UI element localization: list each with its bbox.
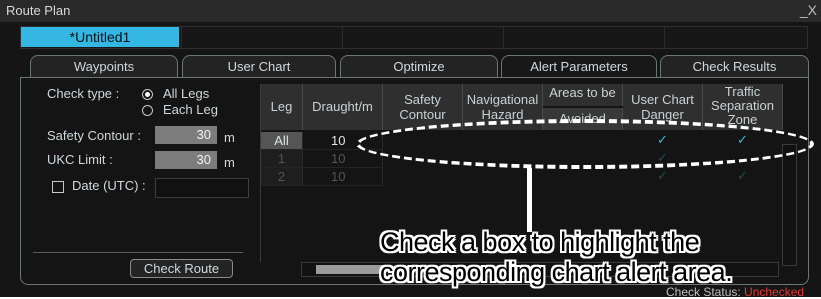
form-divider	[33, 252, 243, 253]
ukc-limit-unit: m	[224, 155, 235, 170]
row-leg-all[interactable]: All	[261, 132, 303, 150]
table-vertical-scrollbar[interactable]	[782, 144, 797, 266]
date-utc-input[interactable]	[155, 178, 249, 198]
radio-all-legs[interactable]	[142, 89, 153, 100]
ukc-limit-input[interactable]: 30	[155, 151, 217, 169]
annotation-line-2: corresponding chart alert area.	[380, 257, 733, 287]
radio-each-leg[interactable]	[142, 105, 153, 116]
ukc-limit-label: UKC Limit :	[47, 152, 113, 167]
callout-pointer	[527, 168, 532, 232]
safety-contour-label: Safety Contour :	[47, 128, 141, 143]
check-route-button[interactable]: Check Route	[130, 259, 233, 278]
safety-contour-input[interactable]: 30	[155, 126, 217, 144]
tab-user-chart[interactable]: User Chart	[182, 55, 336, 78]
title-bar: Route Plan _X	[0, 0, 821, 22]
tab-check-results[interactable]: Check Results	[660, 55, 809, 78]
header-areas-to-be: Areas to be	[543, 84, 623, 106]
annotation-callout: Check a box to highlight the correspondi…	[380, 227, 733, 287]
document-tab-untitled1[interactable]: *Untitled1	[21, 27, 179, 47]
annotation-line-1: Check a box to highlight the	[380, 227, 700, 257]
row-leg-1[interactable]: 1	[261, 150, 303, 168]
date-utc-checkbox[interactable]	[52, 181, 64, 193]
window-title: Route Plan	[6, 3, 71, 18]
user-chart-danger-check-2[interactable]: ✓	[657, 168, 668, 184]
traffic-separation-check-2[interactable]: ✓	[737, 168, 748, 184]
header-leg: Leg	[261, 84, 303, 130]
check-type-label: Check type :	[47, 86, 120, 101]
date-utc-label: Date (UTC) :	[72, 178, 146, 193]
header-draught: Draught/m	[303, 84, 383, 130]
radio-each-leg-label: Each Leg	[163, 102, 218, 117]
safety-contour-unit: m	[224, 130, 235, 145]
tab-alert-parameters[interactable]: Alert Parameters	[501, 55, 657, 78]
horizontal-scroll-thumb[interactable]	[316, 265, 386, 274]
highlight-ellipse	[356, 119, 814, 169]
tab-waypoints[interactable]: Waypoints	[30, 55, 178, 78]
row-leg-2[interactable]: 2	[261, 168, 303, 186]
tab-optimize[interactable]: Optimize	[340, 55, 498, 78]
close-icon[interactable]: _X	[800, 2, 817, 18]
radio-all-legs-label: All Legs	[163, 86, 210, 101]
row-draught-2[interactable]: 10	[303, 168, 383, 186]
